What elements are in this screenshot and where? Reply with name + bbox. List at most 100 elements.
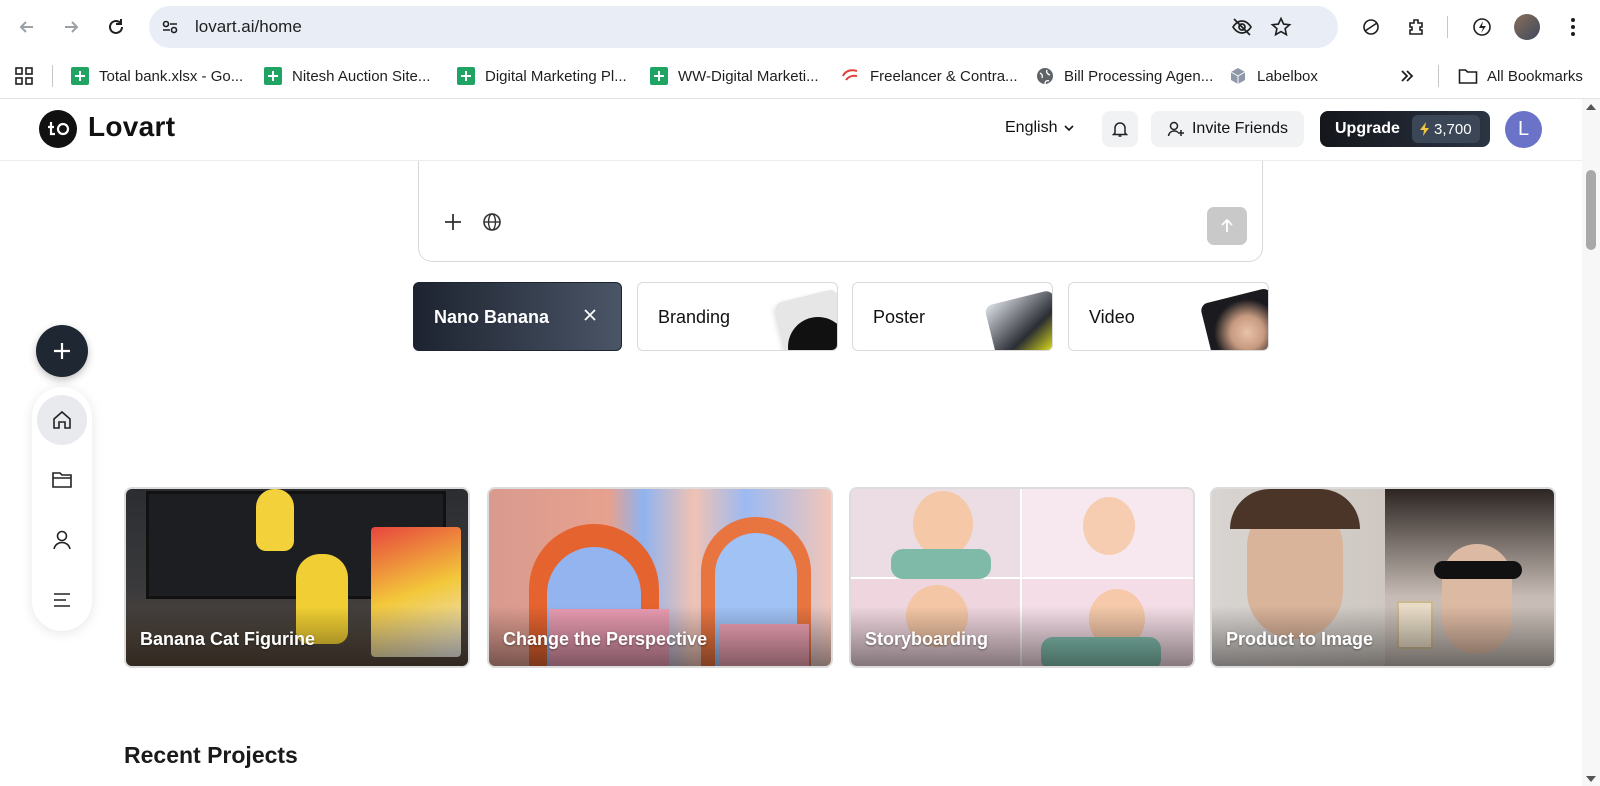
forward-button[interactable]	[54, 10, 88, 44]
bookmark-item[interactable]: Nitesh Auction Site...	[263, 65, 430, 87]
app-header: Lovart English Invite Friends Upgrade 3,…	[0, 99, 1582, 161]
bookmark-label: Digital Marketing Pl...	[485, 67, 627, 85]
template-card-banana-cat[interactable]: Banana Cat Figurine	[124, 487, 470, 668]
globe-icon	[483, 213, 501, 231]
sheets-icon	[456, 66, 476, 86]
character-face	[913, 491, 973, 557]
url-text[interactable]: lovart.ai/home	[195, 17, 302, 37]
plus-icon	[445, 214, 461, 230]
bookmarks-divider	[1438, 65, 1439, 87]
scrollbar-thumb[interactable]	[1586, 170, 1596, 250]
address-bar[interactable]: lovart.ai/home	[149, 6, 1338, 48]
home-icon	[53, 410, 71, 429]
star-icon[interactable]	[1268, 14, 1294, 40]
language-selector[interactable]: English	[1005, 119, 1075, 137]
template-label: Banana Cat Figurine	[140, 629, 316, 649]
web-search-button[interactable]	[478, 208, 506, 236]
template-card-change-perspective[interactable]: Change the Perspective	[487, 487, 833, 668]
chip-branding[interactable]: Branding	[637, 282, 838, 351]
arrow-up-icon	[1221, 218, 1233, 232]
chip-video[interactable]: Video	[1068, 282, 1269, 351]
bookmark-label: WW-Digital Marketi...	[678, 67, 819, 85]
profile-avatar[interactable]	[1512, 12, 1542, 42]
folder-icon	[52, 472, 72, 488]
add-attachment-button[interactable]	[439, 208, 467, 236]
close-icon[interactable]	[581, 306, 599, 324]
character-shirt	[891, 549, 991, 579]
template-card-product-to-image[interactable]: Product to Image	[1210, 487, 1556, 668]
chip-label: Nano Banana	[434, 307, 550, 327]
user-icon	[53, 530, 71, 550]
bookmark-item[interactable]: Total bank.xlsx - Go...	[70, 65, 243, 87]
bookmarks-divider	[52, 65, 53, 87]
bookmark-item[interactable]: Digital Marketing Pl...	[456, 65, 627, 87]
more-bookmarks-chevron-icon[interactable]	[1399, 65, 1415, 87]
globe-icon	[1035, 66, 1055, 86]
credits-badge: 3,700	[1412, 115, 1480, 143]
menu-kebab-icon[interactable]	[1558, 12, 1588, 42]
sunglasses-image	[1434, 561, 1522, 579]
bookmark-item[interactable]: Freelancer & Contra...	[841, 65, 1018, 87]
user-avatar[interactable]: L	[1505, 111, 1542, 148]
arrow-right-icon	[65, 21, 79, 33]
lovart-logo-icon[interactable]	[39, 110, 77, 148]
performance-icon[interactable]	[1467, 12, 1497, 42]
chip-nano-banana[interactable]: Nano Banana	[413, 282, 622, 351]
rail-profile[interactable]	[37, 515, 87, 565]
upgrade-button[interactable]: Upgrade 3,700	[1320, 111, 1490, 147]
eye-off-icon[interactable]	[1229, 14, 1255, 40]
send-button[interactable]	[1207, 207, 1247, 245]
user-plus-icon	[1167, 121, 1184, 137]
sheets-icon	[263, 66, 283, 86]
sheets-icon	[649, 66, 669, 86]
rail-home[interactable]	[37, 395, 87, 445]
site-settings-icon[interactable]	[157, 14, 183, 40]
scroll-up-icon[interactable]	[1585, 102, 1597, 112]
rail-projects[interactable]	[37, 455, 87, 505]
invite-friends-button[interactable]: Invite Friends	[1151, 111, 1304, 147]
browser-toolbar: lovart.ai/home	[0, 0, 1600, 54]
menu-lines-icon	[54, 593, 70, 607]
new-project-button[interactable]	[36, 325, 88, 377]
folder-icon	[1458, 66, 1478, 86]
arrow-left-icon	[19, 21, 33, 33]
scroll-down-icon[interactable]	[1585, 774, 1597, 784]
back-button[interactable]	[10, 10, 44, 44]
rail-menu[interactable]	[37, 575, 87, 625]
side-rail	[32, 387, 92, 631]
template-card-storyboarding[interactable]: Storyboarding	[849, 487, 1195, 668]
freelancer-icon	[841, 66, 861, 86]
template-label: Storyboarding	[865, 629, 989, 649]
plus-icon	[54, 343, 70, 359]
chip-poster[interactable]: Poster	[852, 282, 1053, 351]
notifications-button[interactable]	[1102, 111, 1138, 147]
credits-count: 3,700	[1434, 120, 1472, 138]
prompt-box[interactable]	[418, 150, 1263, 262]
bookmark-label: Total bank.xlsx - Go...	[99, 67, 244, 85]
upgrade-label: Upgrade	[1335, 120, 1400, 137]
extension-icon[interactable]	[1356, 12, 1386, 42]
recent-projects-heading: Recent Projects	[124, 742, 298, 768]
reload-button[interactable]	[99, 10, 133, 44]
bookmark-item[interactable]: WW-Digital Marketi...	[649, 65, 819, 87]
sheets-icon	[70, 66, 90, 86]
bookmark-item[interactable]: Bill Processing Agen...	[1035, 65, 1213, 87]
chip-label: Video	[1089, 307, 1135, 327]
brand-name[interactable]: Lovart	[88, 111, 175, 143]
template-label: Change the Perspective	[503, 629, 708, 649]
labelbox-icon	[1228, 66, 1248, 86]
bell-icon	[1111, 122, 1129, 137]
chip-label: Poster	[873, 307, 926, 327]
bookmark-label: Bill Processing Agen...	[1064, 67, 1214, 85]
all-bookmarks-label: All Bookmarks	[1487, 67, 1583, 85]
all-bookmarks[interactable]: All Bookmarks	[1458, 65, 1583, 87]
bookmarks-bar: Total bank.xlsx - Go... Nitesh Auction S…	[0, 54, 1600, 99]
bookmark-item[interactable]: Labelbox	[1228, 65, 1318, 87]
puzzle-icon[interactable]	[1402, 12, 1432, 42]
apps-grid-icon[interactable]	[14, 65, 34, 87]
template-label: Product to Image	[1226, 629, 1374, 649]
banana-cat-image	[256, 489, 294, 551]
bookmark-label: Freelancer & Contra...	[870, 67, 1018, 85]
invite-friends-label: Invite Friends	[1191, 120, 1289, 137]
lightning-icon	[1420, 122, 1429, 136]
